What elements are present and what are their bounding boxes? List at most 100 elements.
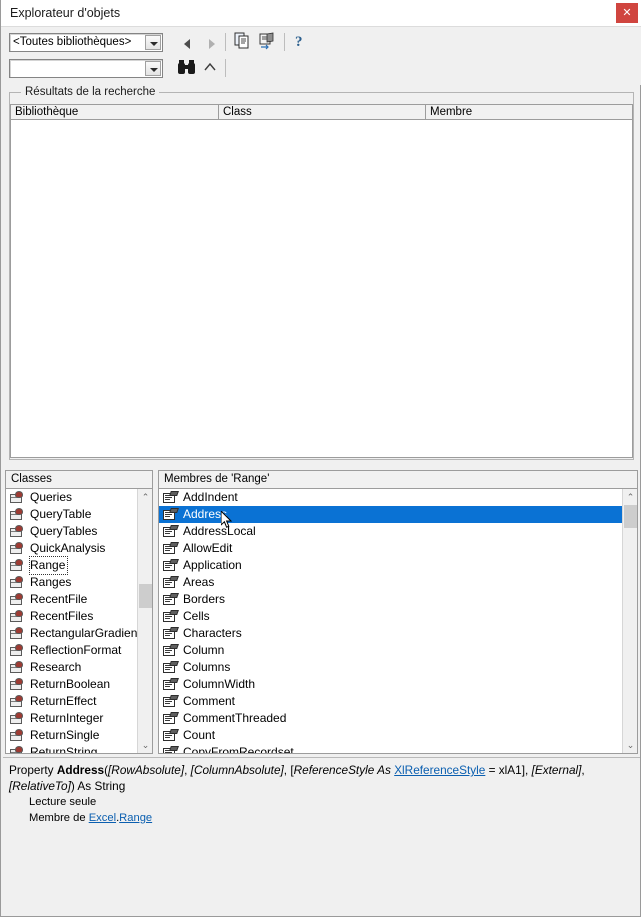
toggle-results-button[interactable] xyxy=(201,59,223,80)
signature-param-relativeto: [RelativeTo] xyxy=(9,779,71,793)
scroll-down-icon[interactable]: ⌄ xyxy=(623,737,637,753)
chevron-down-icon[interactable] xyxy=(145,35,161,50)
class-icon xyxy=(10,627,25,640)
class-icon xyxy=(10,661,25,674)
signature-default-value: = xlA1] xyxy=(485,763,526,777)
member-item-application[interactable]: Application xyxy=(159,557,637,574)
list-item-label: Characters xyxy=(183,626,242,640)
signature-keyword: Property xyxy=(9,763,54,777)
class-icon xyxy=(10,559,25,572)
view-definition-button[interactable] xyxy=(258,32,280,53)
signature-param-referencestyle: ReferenceStyle xyxy=(293,763,375,777)
list-item-label: Address xyxy=(183,507,228,521)
class-icon xyxy=(10,610,25,623)
list-item-label: RectangularGradien xyxy=(30,626,138,640)
member-item-commentthreaded[interactable]: CommentThreaded xyxy=(159,710,637,727)
class-item-recentfile[interactable]: RecentFile xyxy=(6,591,152,608)
class-item-queries[interactable]: Queries xyxy=(6,489,152,506)
members-scrollbar[interactable]: ⌃ ⌄ xyxy=(622,489,637,753)
member-item-cells[interactable]: Cells xyxy=(159,608,637,625)
back-button[interactable] xyxy=(176,33,198,54)
list-item-label: Cells xyxy=(183,609,210,623)
member-item-count[interactable]: Count xyxy=(159,727,637,744)
list-item-label: Comment xyxy=(183,694,236,708)
member-of-class-link[interactable]: Range xyxy=(119,812,152,824)
list-item-label: AddIndent xyxy=(183,490,238,504)
member-item-comment[interactable]: Comment xyxy=(159,693,637,710)
object-browser-window: Explorateur d'objets ✕ <Toutes bibliothè… xyxy=(0,0,641,917)
member-item-columns[interactable]: Columns xyxy=(159,659,637,676)
signature-param-external: [External] xyxy=(531,763,582,777)
class-item-returnboolean[interactable]: ReturnBoolean xyxy=(6,676,152,693)
property-icon xyxy=(163,508,179,521)
chevron-up-icon xyxy=(204,62,216,71)
results-list[interactable] xyxy=(10,120,633,458)
library-combo[interactable]: <Toutes bibliothèques> xyxy=(9,33,163,52)
class-item-returneffect[interactable]: ReturnEffect xyxy=(6,693,152,710)
class-item-rectangulargradien[interactable]: RectangularGradien xyxy=(6,625,152,642)
help-button[interactable]: ? xyxy=(291,32,313,53)
question-mark-icon: ? xyxy=(295,34,303,50)
class-item-returninteger[interactable]: ReturnInteger xyxy=(6,710,152,727)
class-item-reflectionformat[interactable]: ReflectionFormat xyxy=(6,642,152,659)
results-column-library[interactable]: Bibliothèque xyxy=(10,104,219,120)
member-item-addindent[interactable]: AddIndent xyxy=(159,489,637,506)
members-list[interactable]: AddIndent Address AddressLocal AllowEdit App… xyxy=(159,489,637,753)
copy-icon xyxy=(234,32,249,49)
list-item-label: Application xyxy=(183,558,242,572)
class-item-returnstring[interactable]: ReturnString xyxy=(6,744,152,753)
list-item-label: Ranges xyxy=(30,575,72,589)
member-item-copyfromrecordset[interactable]: CopyFromRecordset xyxy=(159,744,637,753)
class-item-research[interactable]: Research xyxy=(6,659,152,676)
signature-sep: , xyxy=(581,763,585,777)
member-item-column[interactable]: Column xyxy=(159,642,637,659)
list-item-label: Queries xyxy=(30,490,73,504)
classes-scrollbar[interactable]: ⌃ ⌄ xyxy=(137,489,152,753)
close-button[interactable]: ✕ xyxy=(616,3,638,23)
search-button[interactable] xyxy=(176,59,198,80)
results-column-member[interactable]: Membre xyxy=(426,104,633,120)
member-item-columnwidth[interactable]: ColumnWidth xyxy=(159,676,637,693)
scroll-up-icon[interactable]: ⌃ xyxy=(138,489,152,505)
class-icon xyxy=(10,491,25,504)
class-icon xyxy=(10,695,25,708)
scroll-up-icon[interactable]: ⌃ xyxy=(623,489,637,505)
signature-return-type: As String xyxy=(74,779,126,793)
property-icon xyxy=(163,610,179,623)
chevron-down-icon[interactable] xyxy=(145,61,161,76)
scrollbar-thumb[interactable] xyxy=(624,505,637,529)
member-item-address[interactable]: Address xyxy=(159,506,637,523)
copy-button[interactable] xyxy=(233,32,255,53)
member-item-areas[interactable]: Areas xyxy=(159,574,637,591)
class-item-quickanalysis[interactable]: QuickAnalysis xyxy=(6,540,152,557)
member-of-library-link[interactable]: Excel xyxy=(89,812,116,824)
members-header[interactable]: Membres de 'Range' xyxy=(159,471,637,489)
member-item-characters[interactable]: Characters xyxy=(159,625,637,642)
class-item-querytable[interactable]: QueryTable xyxy=(6,506,152,523)
results-column-headers: Bibliothèque Class Membre xyxy=(10,104,633,120)
search-combo[interactable] xyxy=(9,59,163,78)
list-item-label: CommentThreaded xyxy=(183,711,287,725)
class-item-recentfiles[interactable]: RecentFiles xyxy=(6,608,152,625)
class-item-returnsingle[interactable]: ReturnSingle xyxy=(6,727,152,744)
property-icon xyxy=(163,559,179,572)
classes-header[interactable]: Classes xyxy=(6,471,152,489)
scrollbar-thumb[interactable] xyxy=(139,584,152,608)
member-item-borders[interactable]: Borders xyxy=(159,591,637,608)
class-item-range[interactable]: Range xyxy=(6,556,152,575)
signature-param-columnabsolute: [ColumnAbsolute] xyxy=(190,763,284,777)
scroll-down-icon[interactable]: ⌄ xyxy=(138,737,152,753)
class-item-querytables[interactable]: QueryTables xyxy=(6,523,152,540)
classes-panel: Classes Queries QueryTable QueryTables Quic… xyxy=(5,470,153,754)
signature-type-link-xlreferencestyle[interactable]: XlReferenceStyle xyxy=(394,763,485,777)
list-item-label: QueryTables xyxy=(30,524,98,538)
member-item-addresslocal[interactable]: AddressLocal xyxy=(159,523,637,540)
classes-list[interactable]: Queries QueryTable QueryTables QuickAnalysi… xyxy=(6,489,152,753)
results-column-class[interactable]: Class xyxy=(219,104,426,120)
list-item-label: QueryTable xyxy=(30,507,92,521)
class-item-ranges[interactable]: Ranges xyxy=(6,574,152,591)
toolbar-separator xyxy=(284,33,285,51)
member-item-allowedit[interactable]: AllowEdit xyxy=(159,540,637,557)
property-icon xyxy=(163,746,179,753)
property-icon xyxy=(163,712,179,725)
